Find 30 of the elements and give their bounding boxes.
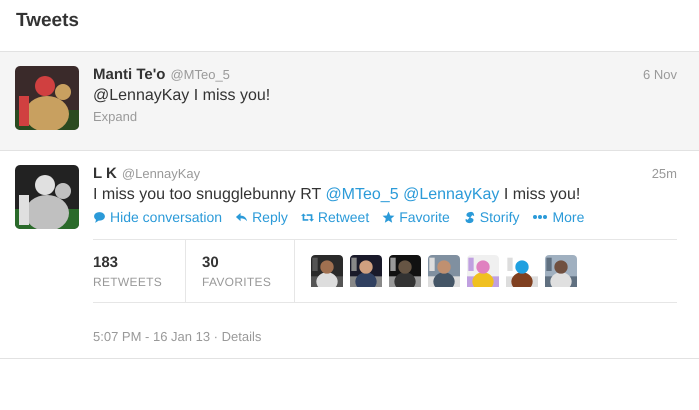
more-link[interactable]: More [532, 209, 584, 225]
retweet-icon [300, 210, 314, 224]
tweet-text: I miss you too snugglebunny RT @MTeo_5 @LennayKay I miss you! [93, 186, 582, 204]
favorite-link[interactable]: Favorite [382, 209, 450, 225]
user-handle[interactable]: @MTeo_5 [170, 67, 230, 82]
tweet-time[interactable]: 25m [652, 166, 677, 181]
tweet-time[interactable]: 6 Nov [643, 67, 677, 82]
stat-count[interactable]: 183 [93, 254, 169, 270]
tweet-timestamp[interactable]: 5:07 PM - 16 Jan 13 · Details [93, 329, 677, 344]
reply-icon [235, 210, 248, 224]
star-icon [382, 210, 396, 224]
user-name[interactable]: L K [93, 165, 117, 182]
speech-bubble-icon [93, 210, 106, 224]
tweet-card[interactable]: Manti Te'o @MTeo_5 6 Nov @LennayKay I miss you! Expand [0, 52, 699, 151]
more-dots-icon [532, 214, 548, 220]
conversation-link[interactable]: Hide conversation [93, 209, 222, 225]
mention-link[interactable]: @MTeo_5 [325, 186, 399, 203]
retweet-link[interactable]: Retweet [300, 209, 370, 225]
tweet-text: @LennayKay I miss you! [93, 87, 272, 105]
expand-link[interactable]: Expand [93, 109, 138, 124]
reply-link[interactable]: Reply [235, 209, 288, 225]
stat-count[interactable]: 30 [202, 254, 278, 270]
user-name[interactable]: Manti Te'o [93, 66, 166, 83]
storify-icon [462, 210, 476, 224]
stat-label[interactable]: RETWEETS [93, 274, 169, 288]
stat-label[interactable]: FAVORITES [202, 274, 278, 288]
section-title: Tweets [16, 10, 80, 31]
user-handle[interactable]: @LennayKay [122, 166, 200, 181]
mention-link[interactable]: @LennayKay [403, 186, 500, 203]
storify-link[interactable]: Storify [462, 209, 520, 225]
